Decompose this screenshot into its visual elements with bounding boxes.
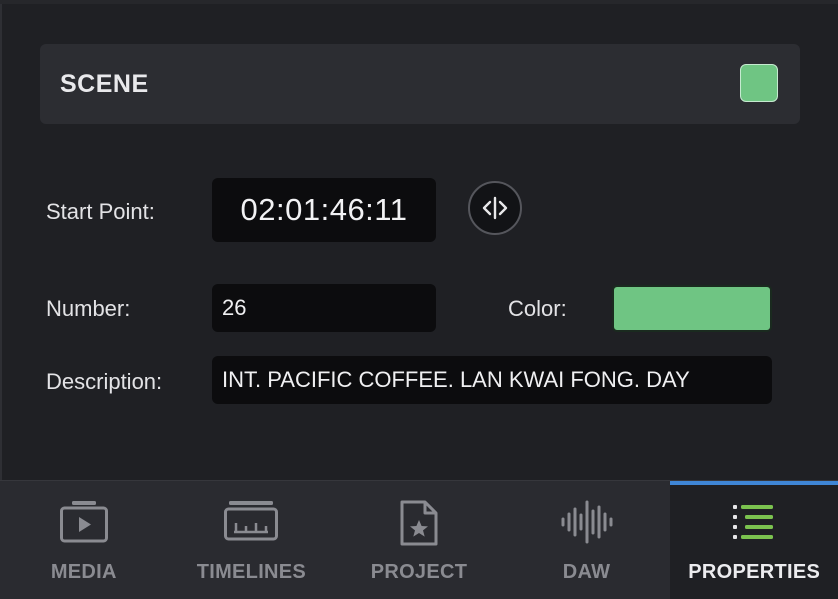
set-start-point-button[interactable]	[468, 181, 522, 235]
set-point-icon	[482, 196, 508, 220]
scene-color-indicator	[740, 64, 778, 102]
tab-properties[interactable]: PROPERTIES	[670, 481, 838, 599]
scene-title: SCENE	[60, 70, 149, 98]
tab-daw-label: DAW	[562, 561, 611, 583]
tab-properties-label: PROPERTIES	[688, 561, 821, 583]
project-icon	[400, 500, 438, 546]
color-picker[interactable]	[612, 285, 772, 332]
color-label: Color:	[508, 296, 567, 321]
timelines-icon	[224, 501, 279, 541]
bottom-tab-bar: MEDIA TIMELINES PROJECT DAW PROPERTIES	[0, 480, 838, 599]
active-tab-indicator	[670, 481, 838, 485]
description-field[interactable]: INT. PACIFIC COFFEE. LAN KWAI FONG. DAY	[212, 356, 772, 404]
number-field[interactable]: 26	[212, 284, 436, 332]
properties-icon	[733, 505, 774, 539]
tab-media-label: MEDIA	[50, 561, 117, 583]
tab-timelines-label: TIMELINES	[196, 561, 307, 583]
tab-media[interactable]: MEDIA	[0, 481, 168, 599]
number-label: Number:	[46, 296, 131, 321]
start-point-timecode[interactable]: 02:01:46:11	[212, 178, 436, 242]
media-icon	[59, 501, 108, 543]
waveform-icon	[561, 500, 613, 544]
tab-project[interactable]: PROJECT	[335, 481, 503, 599]
start-point-label: Start Point:	[46, 199, 155, 224]
scene-header: SCENE	[40, 44, 800, 124]
tab-timelines[interactable]: TIMELINES	[168, 481, 336, 599]
description-label: Description:	[46, 369, 163, 394]
tab-daw[interactable]: DAW	[503, 481, 671, 599]
tab-project-label: PROJECT	[370, 561, 468, 583]
